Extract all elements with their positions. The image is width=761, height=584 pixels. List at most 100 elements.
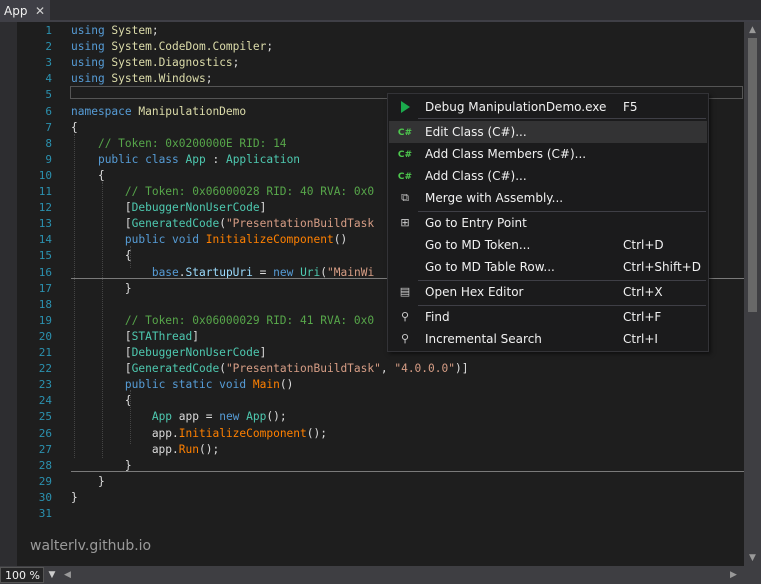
code-token: (); — [199, 442, 220, 456]
code-token: System.CodeDom.Compiler — [111, 40, 267, 54]
code-token: ( — [219, 217, 226, 231]
code-line[interactable]: public static void Main() — [71, 377, 293, 393]
menu-item[interactable]: ⧉ Merge with Assembly... — [389, 187, 707, 209]
tab-app[interactable]: App ✕ — [0, 0, 50, 22]
menu-item[interactable]: ⚲ Find Ctrl+F — [389, 306, 707, 328]
code-token: new — [219, 410, 247, 424]
code-token: App — [246, 410, 267, 424]
menu-separator — [418, 118, 706, 119]
code-token: app. — [71, 426, 179, 440]
code-token: Application — [225, 152, 301, 166]
code-token: ManipulationDemo — [138, 104, 247, 118]
menu-item[interactable]: C# Add Class (C#)... — [389, 165, 707, 187]
scroll-down-icon[interactable]: ▼ — [744, 550, 761, 566]
scroll-right-icon[interactable]: ▶ — [730, 567, 742, 583]
code-line[interactable]: app.InitializeComponent(); — [71, 426, 327, 442]
merge-icon: ⧉ — [401, 191, 409, 204]
code-token: // Token: 0x0200000E RID: 14 — [97, 136, 287, 150]
code-token: "PresentationBuildTask" — [225, 362, 381, 376]
menu-item[interactable]: ▤ Open Hex Editor Ctrl+X — [389, 281, 707, 303]
code-line[interactable]: } — [71, 474, 105, 490]
line-number: 21 — [38, 346, 52, 359]
scrollbar-thumb[interactable] — [748, 38, 757, 312]
code-token: )] — [454, 362, 469, 376]
menu-separator — [418, 305, 706, 306]
code-line[interactable]: // Token: 0x06000029 RID: 41 RVA: 0x0 — [71, 313, 374, 329]
code-token: ; — [232, 56, 240, 70]
code-line[interactable]: [GeneratedCode("PresentationBuildTask", … — [71, 361, 469, 377]
code-token: Run — [178, 442, 199, 456]
line-number: 29 — [38, 474, 52, 488]
menu-item-label: Debug ManipulationDemo.exe — [425, 100, 607, 114]
code-line[interactable]: [DebuggerNonUserCode] — [71, 345, 266, 361]
line-number: 18 — [38, 297, 52, 311]
line-number: 30 — [38, 490, 52, 504]
line-number: 6 — [45, 104, 52, 118]
code-line[interactable]: App app = new App(); — [71, 409, 287, 425]
code-token: using — [71, 56, 112, 70]
code-line[interactable]: using System.CodeDom.Compiler; — [71, 39, 273, 55]
line-number: 24 — [38, 394, 52, 408]
menu-item-label: Go to MD Token... — [425, 238, 531, 252]
line-number: 5 — [45, 88, 52, 102]
code-token: public class — [97, 152, 186, 166]
chevron-down-icon[interactable]: ▼ — [44, 567, 60, 583]
line-number: 22 — [38, 362, 52, 376]
scroll-up-icon[interactable]: ▲ — [744, 22, 761, 38]
line-number: 26 — [38, 426, 52, 440]
indent-guide — [102, 182, 103, 458]
code-token: app = — [172, 410, 220, 424]
code-line[interactable]: [GeneratedCode("PresentationBuildTask — [71, 216, 374, 232]
menu-item-shortcut: Ctrl+Shift+D — [623, 260, 701, 274]
code-line[interactable]: // Token: 0x0200000E RID: 14 — [71, 136, 287, 152]
indent-guide — [74, 134, 75, 458]
line-number: 10 — [38, 168, 52, 182]
menu-item[interactable]: C# Add Class Members (C#)... — [389, 143, 707, 165]
code-line[interactable]: { — [71, 168, 105, 184]
code-token: new — [273, 265, 301, 279]
code-token: using — [71, 72, 112, 86]
code-token: { — [71, 120, 78, 134]
code-line[interactable]: using System.Windows; — [71, 71, 212, 87]
code-token: InitializeComponent — [178, 426, 307, 440]
line-number: 15 — [38, 249, 52, 263]
menu-item-label: Add Class Members (C#)... — [425, 147, 587, 161]
code-line[interactable]: [DebuggerNonUserCode] — [71, 200, 266, 216]
code-line[interactable]: namespace ManipulationDemo — [71, 104, 246, 120]
code-line[interactable]: } — [71, 490, 78, 506]
code-token: public static void — [124, 378, 253, 392]
csharp-icon: C# — [397, 172, 413, 182]
zoom-level-select[interactable]: 100 % — [0, 567, 44, 583]
code-line[interactable]: using System.Diagnostics; — [71, 55, 239, 71]
code-token: ; — [151, 24, 166, 37]
code-token: ; — [205, 72, 213, 86]
code-token: GeneratedCode — [131, 362, 220, 376]
menu-item[interactable]: C# Edit Class (C#)... — [389, 121, 707, 143]
menu-item-shortcut: F5 — [623, 100, 638, 114]
menu-item[interactable]: ⊞ Go to Entry Point — [389, 212, 707, 234]
close-icon[interactable]: ✕ — [33, 0, 47, 22]
code-token: ] — [259, 346, 267, 359]
code-token: App — [151, 410, 173, 424]
code-line[interactable]: public class App : Application — [71, 152, 300, 168]
menu-item[interactable]: ⚲ Incremental Search Ctrl+I — [389, 328, 707, 350]
code-line[interactable]: public void InitializeComponent() — [71, 232, 347, 248]
code-token: DebuggerNonUserCode — [131, 346, 260, 359]
scroll-left-icon[interactable]: ◀ — [64, 567, 76, 583]
code-line[interactable]: using System; — [71, 23, 165, 39]
code-token: namespace — [71, 104, 139, 118]
code-token: . — [178, 265, 186, 279]
menu-item[interactable]: Go to MD Token... Ctrl+D — [389, 234, 707, 256]
code-line[interactable]: // Token: 0x06000028 RID: 40 RVA: 0x0 — [71, 184, 374, 200]
tab-title: App — [4, 4, 28, 18]
menu-item[interactable]: Go to MD Table Row... Ctrl+Shift+D — [389, 256, 707, 278]
code-line[interactable]: [STAThread] — [71, 329, 199, 345]
menu-separator — [418, 211, 706, 212]
line-number: 20 — [38, 329, 52, 343]
code-line[interactable]: app.Run(); — [71, 442, 219, 458]
menu-item[interactable]: Debug ManipulationDemo.exe F5 — [389, 96, 707, 118]
entry-point-icon: ⊞ — [400, 216, 410, 229]
